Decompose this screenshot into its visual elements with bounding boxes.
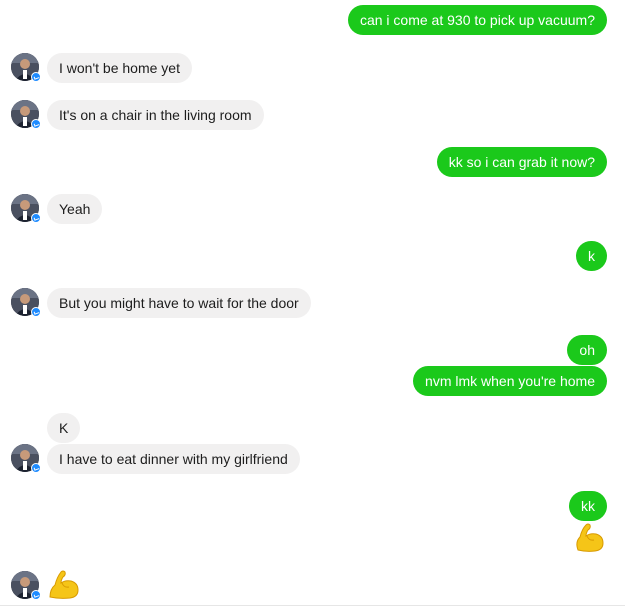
sent-message[interactable]: kk so i can grab it now?: [436, 147, 607, 177]
flexed-biceps-icon[interactable]: [47, 567, 81, 601]
received-message[interactable]: But you might have to wait for the door: [47, 288, 311, 318]
sent-message[interactable]: nvm lmk when you're home: [413, 366, 607, 396]
flexed-biceps-icon[interactable]: [572, 520, 606, 554]
messenger-badge-icon: [31, 119, 41, 129]
received-message[interactable]: K: [47, 413, 81, 443]
received-message[interactable]: I have to eat dinner with my girlfriend: [47, 444, 300, 474]
sent-message[interactable]: kk: [569, 491, 607, 521]
messenger-badge-icon: [31, 72, 41, 82]
messenger-badge-icon: [31, 463, 41, 473]
received-message[interactable]: I won't be home yet: [47, 53, 192, 83]
sent-message[interactable]: can i come at 930 to pick up vacuum?: [347, 5, 607, 35]
messenger-badge-icon: [31, 213, 41, 223]
messenger-badge-icon: [31, 590, 41, 600]
received-message[interactable]: It's on a chair in the living room: [47, 100, 264, 130]
sent-message[interactable]: k: [576, 241, 607, 271]
sent-message[interactable]: oh: [567, 335, 607, 365]
messenger-badge-icon: [31, 307, 41, 317]
message-thread[interactable]: can i come at 930 to pick up vacuum? I w…: [0, 0, 625, 606]
received-message[interactable]: Yeah: [47, 194, 103, 224]
